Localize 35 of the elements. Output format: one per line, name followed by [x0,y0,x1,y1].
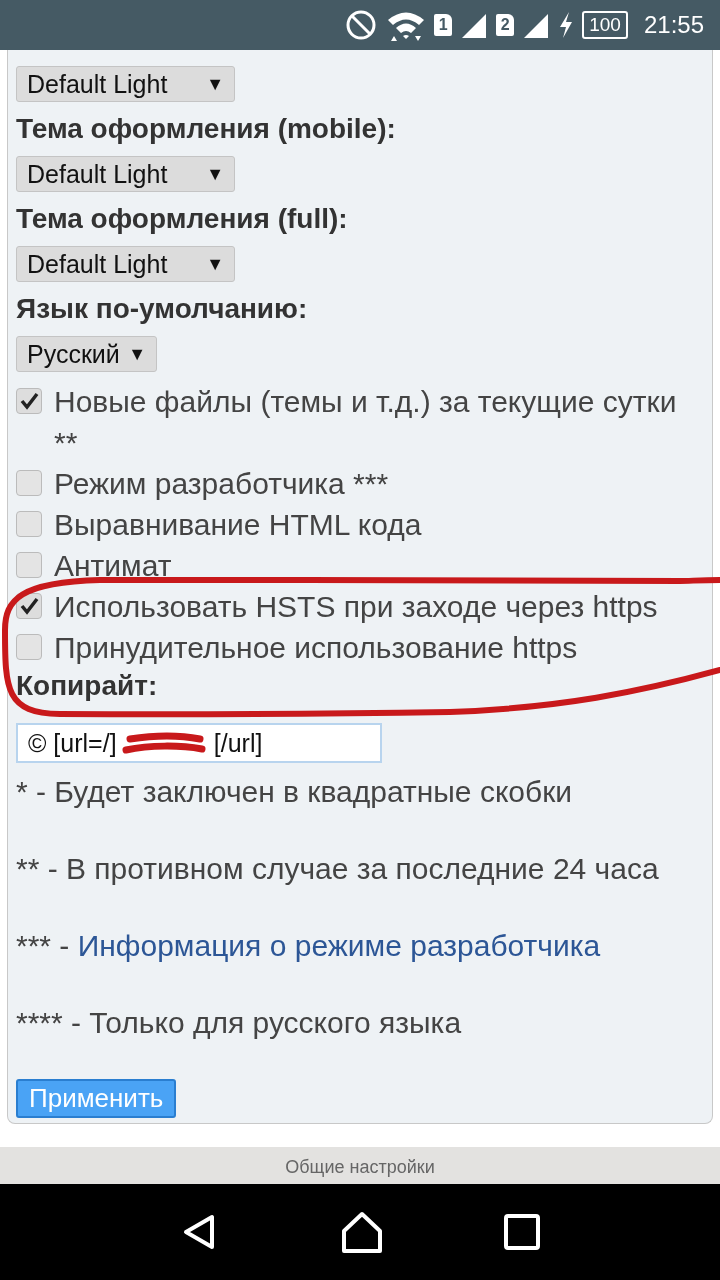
clock: 21:55 [643,11,704,39]
dropdown[interactable]: Default Light ▼ [16,66,235,102]
checkbox-label: Принудительное использование https [54,630,578,666]
developer-info-link[interactable]: Информация о режиме разработчика [77,929,601,962]
field-label: Тема оформления (mobile): [16,112,397,146]
tick-icon [18,390,40,412]
copyright-field[interactable]: © [url=/] [/url] [16,723,382,763]
recents-icon[interactable] [504,1214,540,1250]
checkbox-label: Выравнивание HTML кода [54,507,422,543]
checkbox[interactable] [16,470,42,496]
dropdown[interactable]: Default Light ▼ [16,156,235,192]
field-label: Язык по-умолчанию: [16,292,309,326]
checkbox-label: Использовать HSTS при заходе через https [54,589,658,625]
dropdown[interactable]: Default Light ▼ [16,246,235,282]
field-label: Копирайт: [16,669,159,703]
footnote: **** - Только для русского языка [16,1006,462,1039]
footnote: * - Будет заключен в квадратные скобки [16,775,573,808]
sim-badge: 2 [496,14,515,36]
dropdown[interactable]: Русский ▼ [16,336,157,372]
tick-icon [18,595,40,617]
home-icon[interactable] [340,1211,384,1253]
footnote: ** - В противном случае за последние 24 часа [16,852,659,885]
checkbox-label: Режим разработчика *** [54,466,389,502]
footnote: *** - [16,929,71,962]
checkbox-label: Новые файлы (темы и т.д.) за текущие сутки ** [54,384,678,461]
battery-level: 100 [582,11,628,39]
checkbox[interactable] [16,634,42,660]
footer-title: Общие настройки [285,1156,435,1178]
charging-icon [558,10,575,40]
checkbox-label: Антимат [54,548,172,584]
checkbox[interactable] [16,511,42,537]
checkbox[interactable] [16,552,42,578]
sim-badge: 1 [434,14,453,36]
checkbox[interactable] [16,388,42,414]
field-label: Тема оформления (full): [16,202,349,236]
